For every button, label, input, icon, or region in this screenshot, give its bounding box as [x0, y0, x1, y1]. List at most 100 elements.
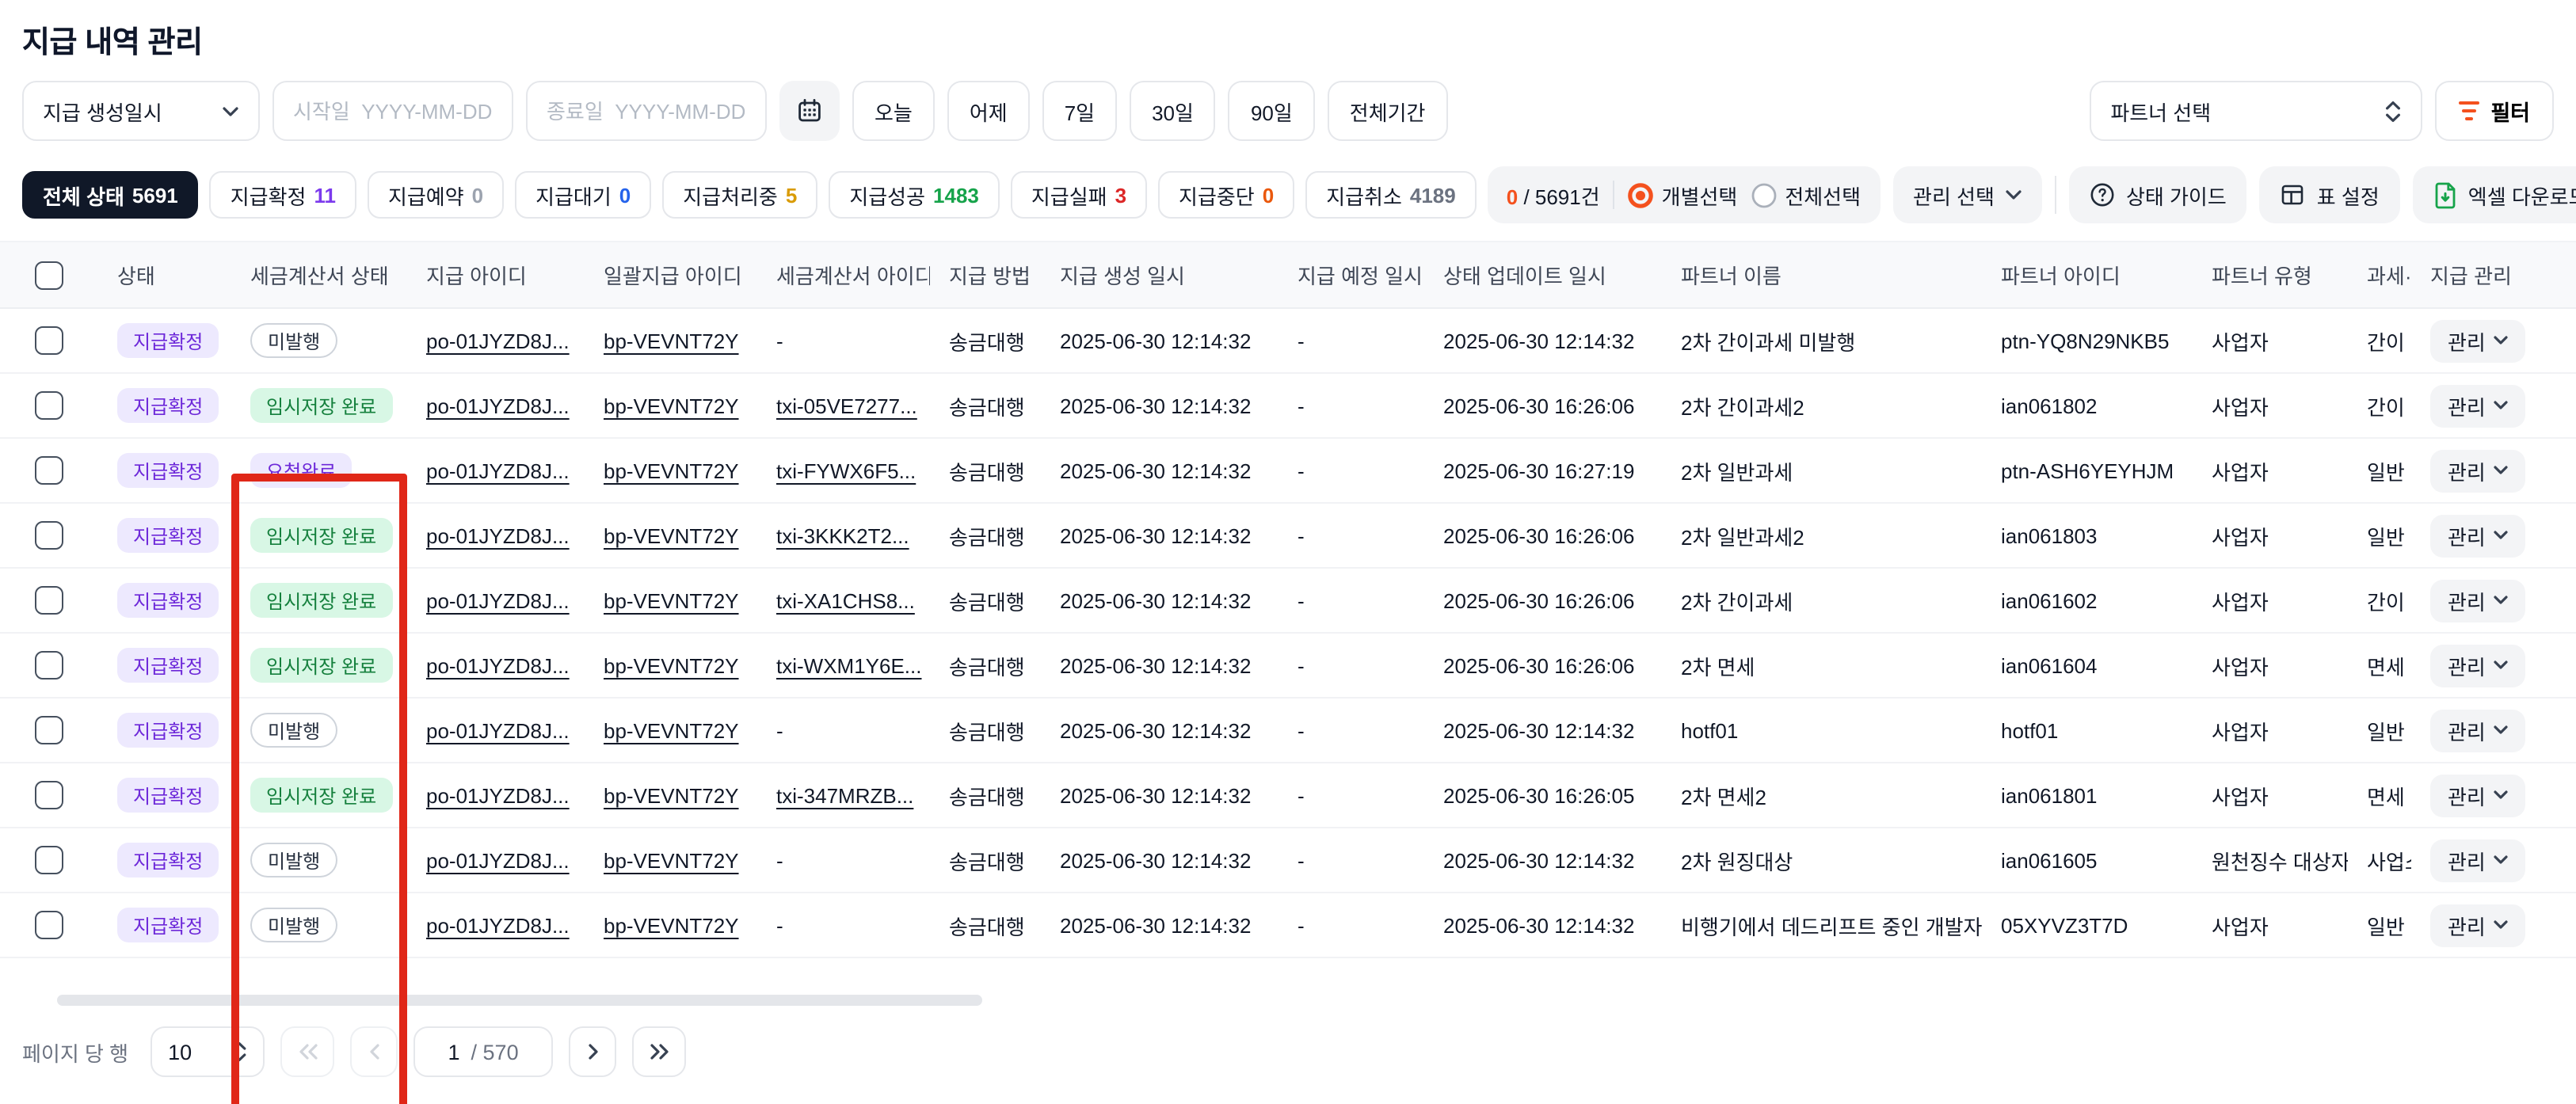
status-chip[interactable]: 지급성공 1483 [829, 171, 1000, 219]
status-chip[interactable]: 지급대기 0 [515, 171, 651, 219]
bulk-payout-id-link[interactable]: bp-VEVNT72Y [604, 783, 739, 807]
bulk-payout-id-link[interactable]: bp-VEVNT72Y [604, 329, 739, 352]
row-checkbox[interactable] [35, 456, 63, 485]
radio-all-select[interactable]: 전체선택 [1750, 180, 1861, 210]
col-header-tax-invoice-status[interactable]: 세금계산서 상태 [231, 242, 407, 308]
manage-button[interactable]: 관리 [2430, 709, 2525, 752]
radio-individual-select[interactable]: 개별선택 [1627, 180, 1738, 210]
horizontal-scrollbar-thumb[interactable] [57, 995, 982, 1006]
status-chip[interactable]: 지급확정 11 [210, 171, 356, 219]
payout-id-link[interactable]: po-01JYZD8J... [426, 718, 570, 742]
payout-id-link[interactable]: po-01JYZD8J... [426, 653, 570, 677]
payout-id-link[interactable]: po-01JYZD8J... [426, 459, 570, 482]
col-header-method[interactable]: 지급 방법 [930, 242, 1041, 308]
prev-page-button[interactable] [350, 1026, 398, 1077]
end-date-input[interactable] [547, 99, 746, 123]
start-date-field[interactable] [272, 81, 513, 141]
tax-invoice-id-link[interactable]: txi-05VE7277... [776, 394, 917, 417]
manage-button[interactable]: 관리 [2430, 774, 2525, 817]
partner-select[interactable]: 파트너 선택 [2090, 81, 2422, 141]
manage-button[interactable]: 관리 [2430, 904, 2525, 946]
bulk-payout-id-link[interactable]: bp-VEVNT72Y [604, 718, 739, 742]
row-checkbox[interactable] [35, 716, 63, 744]
next-page-button[interactable] [569, 1026, 616, 1077]
last-page-button[interactable] [632, 1026, 686, 1077]
col-header-bulk-payout-id[interactable]: 일괄지급 아이디 [585, 242, 757, 308]
manage-button[interactable]: 관리 [2430, 839, 2525, 881]
col-header-status[interactable]: 상태 [98, 242, 231, 308]
cell-partner-type: 사업자 [2193, 763, 2348, 828]
table-settings-button[interactable]: 표 설정 [2260, 166, 2400, 223]
manage-button[interactable]: 관리 [2430, 449, 2525, 492]
status-chip-all[interactable]: 전체 상태 5691 [22, 171, 199, 219]
calendar-button[interactable] [779, 81, 840, 141]
manage-button[interactable]: 관리 [2430, 384, 2525, 427]
status-chip[interactable]: 지급중단 0 [1158, 171, 1294, 219]
quick-range-yesterday[interactable]: 어제 [947, 81, 1030, 141]
manage-button[interactable]: 관리 [2430, 644, 2525, 687]
tax-invoice-id-link[interactable]: txi-3KKK2T2... [776, 523, 909, 547]
first-page-button[interactable] [280, 1026, 334, 1077]
row-checkbox[interactable] [35, 521, 63, 550]
end-date-field[interactable] [526, 81, 767, 141]
manage-button[interactable]: 관리 [2430, 514, 2525, 557]
bulk-payout-id-link[interactable]: bp-VEVNT72Y [604, 653, 739, 677]
bulk-payout-id-link[interactable]: bp-VEVNT72Y [604, 588, 739, 612]
tax-invoice-id-link[interactable]: txi-XA1CHS8... [776, 588, 915, 612]
col-header-updated-at[interactable]: 상태 업데이트 일시 [1424, 242, 1662, 308]
row-checkbox[interactable] [35, 651, 63, 680]
status-chip-count: 3 [1115, 183, 1126, 207]
col-header-manage[interactable]: 지급 관리 [2411, 242, 2576, 308]
payout-id-link[interactable]: po-01JYZD8J... [426, 783, 570, 807]
manage-select-button[interactable]: 관리 선택 [1892, 166, 2042, 223]
tax-invoice-id-link: - [776, 913, 783, 937]
col-header-payout-id[interactable]: 지급 아이디 [407, 242, 585, 308]
status-chip[interactable]: 지급실패 3 [1011, 171, 1147, 219]
cell-taxation: 일반 과 [2348, 438, 2411, 503]
col-header-created-at[interactable]: 지급 생성 일시 [1041, 242, 1278, 308]
bulk-payout-id-link[interactable]: bp-VEVNT72Y [604, 394, 739, 417]
row-checkbox[interactable] [35, 781, 63, 809]
col-header-partner-name[interactable]: 파트너 이름 [1662, 242, 1982, 308]
start-date-input[interactable] [293, 99, 493, 123]
col-header-scheduled-at[interactable]: 지급 예정 일시 [1278, 242, 1424, 308]
col-header-tax-invoice-id[interactable]: 세금계산서 아이디 [757, 242, 930, 308]
payout-id-link[interactable]: po-01JYZD8J... [426, 848, 570, 872]
row-checkbox[interactable] [35, 911, 63, 939]
tax-invoice-id-link[interactable]: txi-347MRZB... [776, 783, 913, 807]
quick-range-7d[interactable]: 7일 [1042, 81, 1117, 141]
row-checkbox[interactable] [35, 586, 63, 615]
bulk-payout-id-link[interactable]: bp-VEVNT72Y [604, 913, 739, 937]
tax-invoice-id-link[interactable]: txi-WXM1Y6E... [776, 653, 922, 677]
col-header-partner-id[interactable]: 파트너 아이디 [1982, 242, 2193, 308]
rows-per-page-select[interactable]: 10 [151, 1026, 265, 1077]
row-checkbox[interactable] [35, 391, 63, 420]
status-guide-button[interactable]: 상태 가이드 [2069, 166, 2247, 223]
bulk-payout-id-link[interactable]: bp-VEVNT72Y [604, 848, 739, 872]
quick-range-90d[interactable]: 90일 [1229, 81, 1315, 141]
filter-button[interactable]: 필터 [2435, 81, 2554, 141]
excel-download-button[interactable]: 엑셀 다운로드 [2413, 166, 2576, 223]
payout-id-link[interactable]: po-01JYZD8J... [426, 913, 570, 937]
quick-range-30d[interactable]: 30일 [1130, 81, 1216, 141]
status-chip[interactable]: 지급예약 0 [368, 171, 504, 219]
payout-id-link[interactable]: po-01JYZD8J... [426, 588, 570, 612]
quick-range-today[interactable]: 오늘 [852, 81, 935, 141]
row-checkbox[interactable] [35, 846, 63, 874]
row-checkbox[interactable] [35, 326, 63, 355]
select-all-checkbox[interactable] [35, 261, 63, 289]
payout-id-link[interactable]: po-01JYZD8J... [426, 329, 570, 352]
manage-button[interactable]: 관리 [2430, 319, 2525, 362]
date-type-select[interactable]: 지급 생성일시 [22, 81, 260, 141]
bulk-payout-id-link[interactable]: bp-VEVNT72Y [604, 459, 739, 482]
bulk-payout-id-link[interactable]: bp-VEVNT72Y [604, 523, 739, 547]
col-header-partner-type[interactable]: 파트너 유형 [2193, 242, 2348, 308]
col-header-taxation[interactable]: 과세·소 [2348, 242, 2411, 308]
tax-invoice-id-link[interactable]: txi-FYWX6F5... [776, 459, 916, 482]
status-chip[interactable]: 지급취소 4189 [1305, 171, 1477, 219]
status-chip[interactable]: 지급처리중 5 [662, 171, 817, 219]
payout-id-link[interactable]: po-01JYZD8J... [426, 523, 570, 547]
manage-button[interactable]: 관리 [2430, 579, 2525, 622]
payout-id-link[interactable]: po-01JYZD8J... [426, 394, 570, 417]
quick-range-all[interactable]: 전체기간 [1328, 81, 1448, 141]
